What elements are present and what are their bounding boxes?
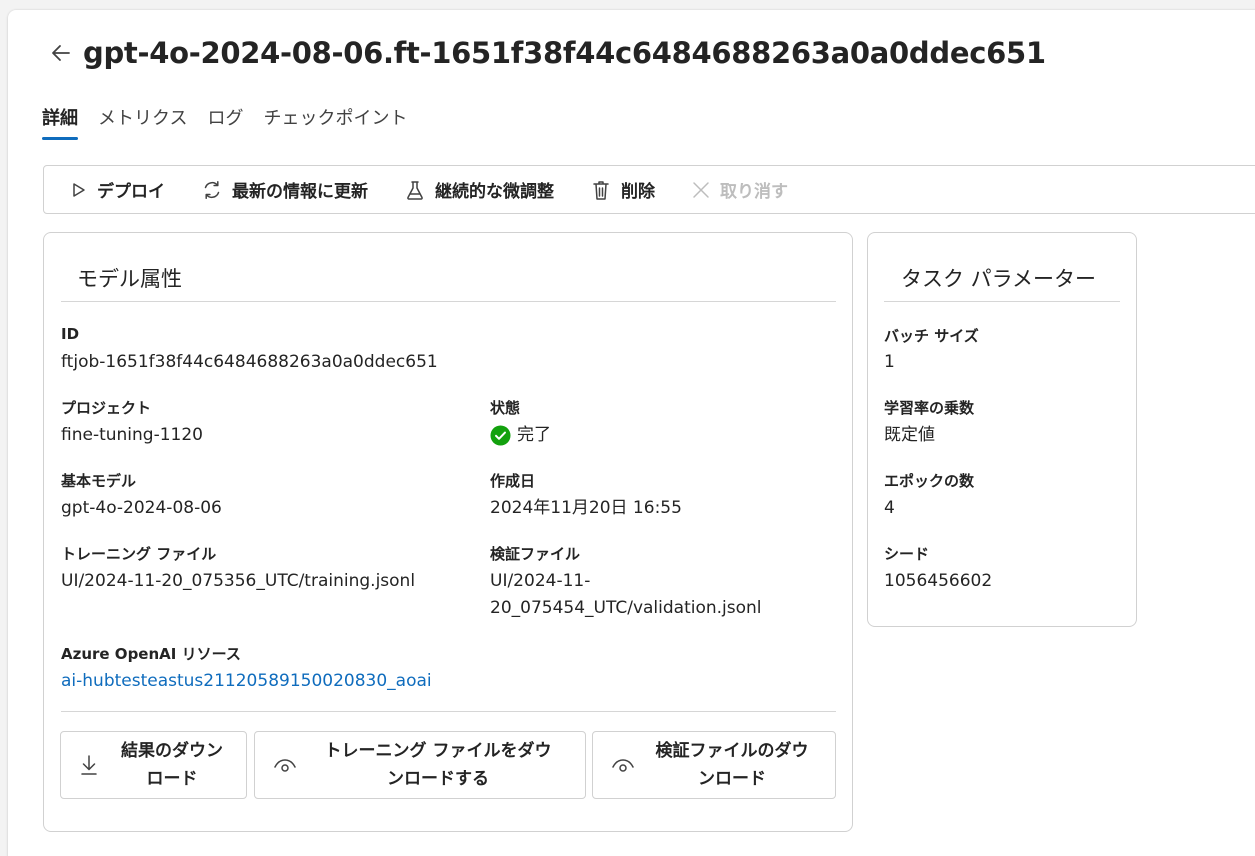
lr-multiplier-value: 既定値 — [884, 425, 935, 445]
seed-label: シード — [884, 545, 930, 563]
download-training-line1: トレーニング ファイルをダウ — [324, 741, 552, 761]
training-file-label: トレーニング ファイル — [61, 545, 217, 563]
validation-file-label: 検証ファイル — [490, 545, 581, 563]
eye-icon — [612, 759, 634, 772]
download-results-line2: ロード — [146, 769, 198, 789]
command-toolbar: デプロイ 最新の情報に更新 継続的な微調整 削除 取り消す — [43, 165, 1255, 214]
success-check-icon — [490, 425, 511, 446]
tab-checkpoints[interactable]: チェックポイント — [263, 104, 407, 140]
deploy-button[interactable]: デプロイ — [68, 177, 165, 202]
epochs-label: エポックの数 — [884, 472, 975, 490]
eye-icon — [274, 759, 296, 772]
id-label: ID — [61, 325, 80, 343]
refresh-label: 最新の情報に更新 — [232, 182, 368, 202]
refresh-button[interactable]: 最新の情報に更新 — [201, 177, 368, 202]
trash-icon — [593, 180, 609, 200]
base-model-value: gpt-4o-2024-08-06 — [61, 498, 222, 518]
seed-value: 1056456602 — [884, 571, 993, 591]
card-divider — [61, 301, 836, 302]
delete-button[interactable]: 削除 — [590, 177, 655, 202]
status-value: 完了 — [490, 422, 551, 449]
flask-icon — [407, 180, 423, 200]
status-text: 完了 — [517, 425, 551, 445]
cancel-label: 取り消す — [720, 182, 788, 202]
created-value: 2024年11月20日 16:55 — [490, 498, 682, 518]
batch-size-value: 1 — [884, 352, 895, 372]
card-divider — [884, 301, 1120, 302]
download-validation-line1: 検証ファイルのダウ — [655, 741, 809, 761]
download-results-line1: 結果のダウン — [121, 741, 223, 761]
deploy-label: デプロイ — [97, 182, 165, 202]
continuous-finetune-button[interactable]: 継続的な微調整 — [404, 177, 554, 202]
resource-label: Azure OpenAI リソース — [61, 645, 241, 663]
status-label: 状態 — [490, 399, 521, 417]
download-validation-file-button[interactable]: 検証ファイルのダウ ンロード — [592, 731, 836, 799]
resource-link[interactable]: ai-hubtesteastus21120589150020830_aoai — [61, 668, 432, 695]
validation-file-value-line1: UI/2024-11- — [490, 571, 591, 591]
project-value: fine-tuning-1120 — [61, 425, 203, 445]
validation-file-value-line2: 20_075454_UTC/validation.jsonl — [490, 598, 762, 618]
delete-label: 削除 — [621, 182, 655, 202]
download-results-button[interactable]: 結果のダウン ロード — [60, 731, 247, 799]
tab-list: 詳細 メトリクス ログ チェックポイント — [42, 104, 407, 140]
tab-metrics[interactable]: メトリクス — [98, 104, 187, 140]
epochs-value: 4 — [884, 498, 895, 518]
continuous-finetune-label: 継続的な微調整 — [435, 182, 554, 202]
card-divider — [61, 711, 836, 712]
download-validation-line2: ンロード — [698, 769, 766, 789]
project-label: プロジェクト — [61, 399, 152, 417]
training-file-value: UI/2024-11-20_075356_UTC/training.jsonl — [61, 571, 416, 591]
play-icon — [73, 182, 85, 197]
base-model-label: 基本モデル — [61, 472, 137, 490]
task-parameters-card: タスク パラメーター バッチ サイズ 1 学習率の乗数 既定値 エポックの数 4… — [867, 232, 1137, 627]
batch-size-label: バッチ サイズ — [884, 327, 979, 345]
tab-details[interactable]: 詳細 — [42, 104, 78, 140]
back-arrow-icon[interactable] — [48, 40, 74, 66]
page-title: gpt-4o-2024-08-06.ft-1651f38f44c64846882… — [83, 36, 1046, 70]
refresh-icon — [204, 180, 220, 199]
tab-logs[interactable]: ログ — [207, 104, 243, 140]
task-card-title: タスク パラメーター — [901, 267, 1097, 291]
created-label: 作成日 — [490, 472, 536, 490]
id-value: ftjob-1651f38f44c6484688263a0a0ddec651 — [61, 352, 438, 372]
lr-multiplier-label: 学習率の乗数 — [884, 399, 975, 417]
download-training-line2: ンロードする — [387, 769, 489, 789]
close-icon — [693, 181, 709, 198]
model-properties-card: モデル属性 ID ftjob-1651f38f44c6484688263a0a0… — [43, 232, 853, 832]
download-icon — [81, 755, 97, 775]
model-card-title: モデル属性 — [77, 267, 182, 291]
download-training-file-button[interactable]: トレーニング ファイルをダウ ンロードする — [254, 731, 586, 799]
cancel-button[interactable]: 取り消す — [691, 177, 788, 202]
